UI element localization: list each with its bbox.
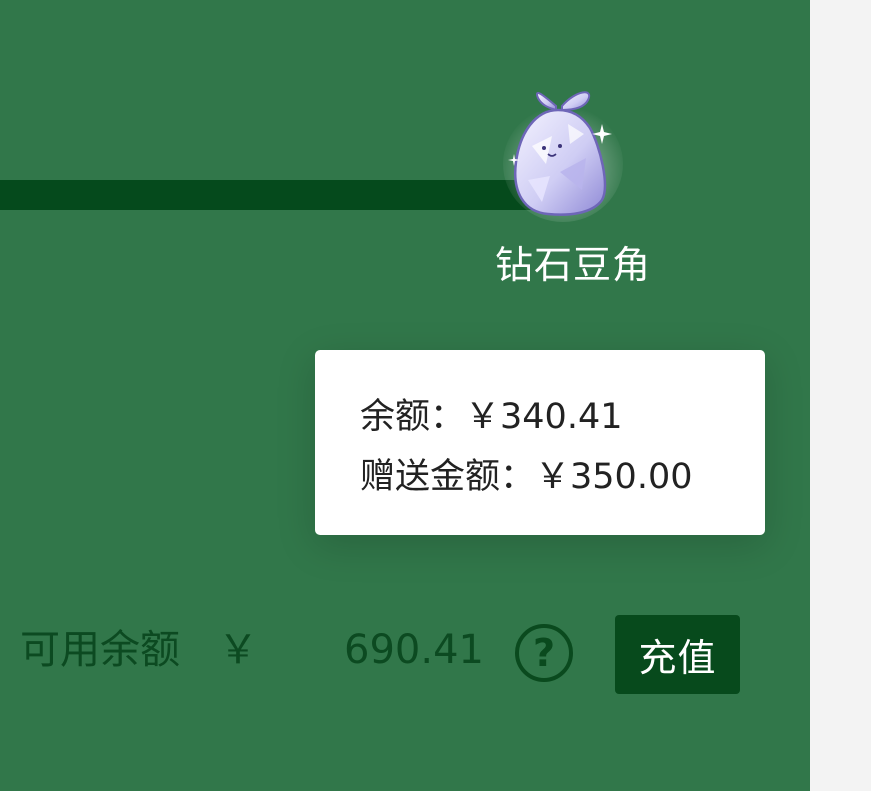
question-circle-icon[interactable]: ? — [515, 624, 573, 682]
recharge-button[interactable]: 充值 — [615, 615, 740, 694]
balance-label: 余额： — [360, 397, 466, 437]
balance-tooltip: 余额：￥340.41 赠送金额：￥350.00 — [315, 350, 765, 535]
available-balance-value: 690.41 — [344, 627, 484, 673]
bonus-row: 赠送金额：￥350.00 — [360, 447, 765, 507]
balance-row: 余额：￥340.41 — [360, 387, 765, 447]
page-background — [810, 0, 871, 791]
balance-value: ￥340.41 — [465, 397, 623, 437]
currency-symbol: ￥ — [218, 627, 258, 673]
level-progress-bar — [0, 180, 540, 210]
available-balance-label: 可用余额 — [20, 627, 180, 673]
level-name: 钻石豆角 — [494, 243, 651, 287]
wallet-screen: 钻石豆角 余额：￥340.41 赠送金额：￥350.00 可用余额 ￥ 690.… — [0, 0, 871, 791]
bonus-label: 赠送金额： — [360, 457, 536, 497]
bonus-value: ￥350.00 — [535, 457, 693, 497]
diamond-bean-mascot-icon — [498, 84, 628, 224]
member-level-panel: 钻石豆角 余额：￥340.41 赠送金额：￥350.00 可用余额 ￥ 690.… — [0, 0, 810, 791]
help-glyph: ? — [532, 631, 556, 675]
